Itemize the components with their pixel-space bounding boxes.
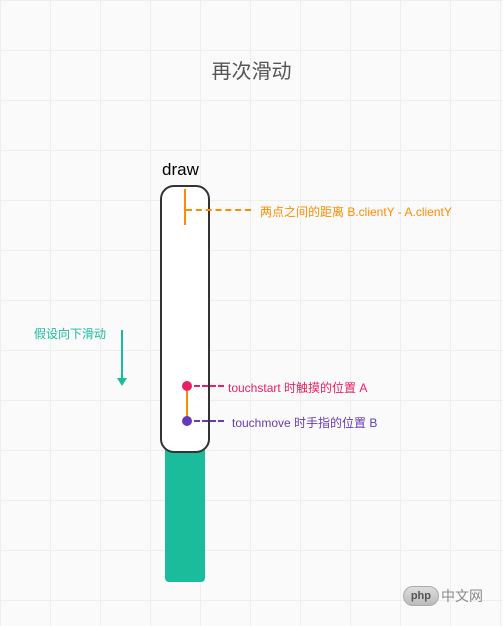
distance-annotation: 两点之间的距离 B.clientY - A.clientY xyxy=(260,203,452,220)
draw-viewport-box xyxy=(160,185,210,453)
watermark-badge: php xyxy=(403,586,439,606)
scroll-direction-label: 假设向下滑动 xyxy=(34,325,106,342)
point-a-marker xyxy=(182,381,192,391)
ab-distance-line xyxy=(186,391,188,417)
distance-marker-line xyxy=(184,189,186,225)
diagram-title: 再次滑动 xyxy=(0,55,503,84)
distance-dash-leader xyxy=(186,209,251,211)
watermark: php 中文网 xyxy=(403,586,483,606)
touchstart-annotation: touchstart 时触摸的位置 A xyxy=(228,379,367,396)
point-b-leader xyxy=(194,420,224,422)
arrow-down-icon xyxy=(115,330,129,386)
point-a-leader xyxy=(194,385,224,387)
touchmove-annotation: touchmove 时手指的位置 B xyxy=(232,414,377,431)
point-b-marker xyxy=(182,416,192,426)
draw-label: draw xyxy=(162,160,199,180)
watermark-text: 中文网 xyxy=(441,586,483,606)
